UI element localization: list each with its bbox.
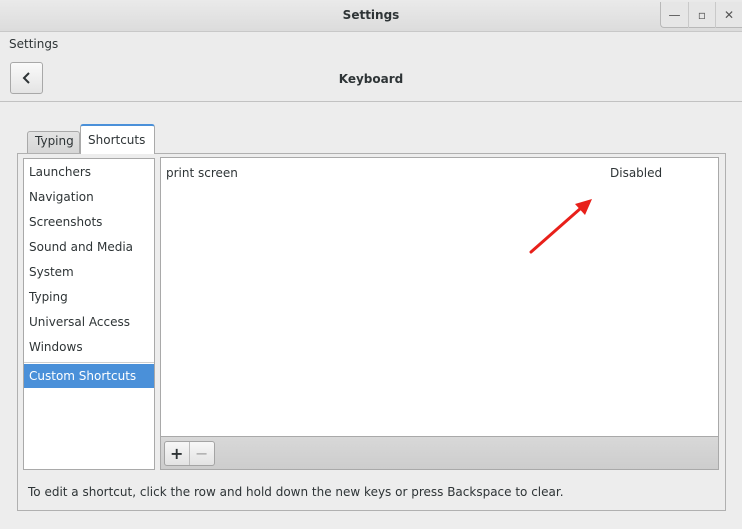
shortcut-name: print screen bbox=[166, 166, 238, 180]
window-controls: — ▫ ✕ bbox=[660, 2, 742, 28]
shortcut-list: print screen Disabled bbox=[160, 157, 719, 437]
shortcut-accelerator[interactable]: Disabled bbox=[610, 162, 662, 184]
section-item-system[interactable]: System bbox=[24, 260, 154, 284]
section-item-launchers[interactable]: Launchers bbox=[24, 160, 154, 184]
section-item-navigation[interactable]: Navigation bbox=[24, 185, 154, 209]
close-icon[interactable]: ✕ bbox=[715, 2, 742, 28]
edit-hint-text: To edit a shortcut, click the row and ho… bbox=[28, 485, 564, 499]
red-arrow-annotation bbox=[529, 199, 592, 254]
list-item[interactable]: print screen Disabled bbox=[161, 162, 718, 184]
add-shortcut-button[interactable]: + bbox=[165, 442, 190, 465]
window-title: Settings bbox=[342, 8, 400, 22]
maximize-icon[interactable]: ▫ bbox=[688, 2, 715, 28]
section-item-windows[interactable]: Windows bbox=[24, 335, 154, 359]
section-item-typing[interactable]: Typing bbox=[24, 285, 154, 309]
header-bar: Settings Keyboard bbox=[0, 32, 742, 102]
section-item-screenshots[interactable]: Screenshots bbox=[24, 210, 154, 234]
title-bar: Settings — ▫ ✕ bbox=[0, 0, 742, 32]
shortcut-section-list: Launchers Navigation Screenshots Sound a… bbox=[23, 158, 155, 470]
section-item-sound-and-media[interactable]: Sound and Media bbox=[24, 235, 154, 259]
add-remove-group: + − bbox=[164, 441, 215, 466]
section-item-universal-access[interactable]: Universal Access bbox=[24, 310, 154, 334]
breadcrumb: Settings bbox=[9, 37, 59, 51]
list-toolbar: + − bbox=[160, 437, 719, 470]
remove-shortcut-button[interactable]: − bbox=[190, 442, 214, 465]
section-divider bbox=[24, 362, 154, 363]
minimize-icon[interactable]: — bbox=[661, 2, 688, 28]
section-item-custom-shortcuts[interactable]: Custom Shortcuts bbox=[24, 364, 154, 388]
tab-typing[interactable]: Typing bbox=[27, 131, 80, 153]
tab-shortcuts[interactable]: Shortcuts bbox=[80, 124, 155, 154]
page-title: Keyboard bbox=[338, 72, 404, 86]
